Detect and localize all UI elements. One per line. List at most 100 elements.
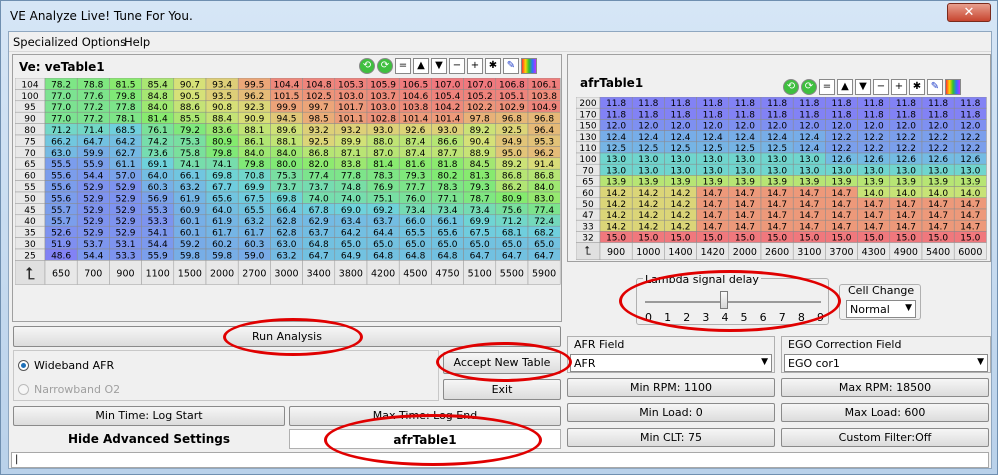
triangle-up-icon[interactable]: ▲ [413, 58, 429, 74]
table-cell-value: 93.0 [437, 126, 457, 136]
afr-table-grid[interactable]: 200 11.8 11.8 11.8 11.8 11.8 11.8 11.8 11.8 11.8 1… [576, 97, 990, 261]
table-cell-value: 69.9 [470, 217, 490, 227]
menu-specialized-options[interactable]: Specialized Options [13, 35, 126, 49]
refresh-left-icon[interactable]: ⟲ [359, 58, 375, 74]
table-cell-value: 99.9 [276, 103, 296, 113]
min-time-button[interactable]: Min Time: Log Start [13, 406, 285, 426]
table-cell-value: 14.7 [799, 200, 819, 210]
column-header-label: 3400 [307, 268, 331, 279]
table-cell-value: 79.8 [212, 149, 232, 159]
wideband-radio[interactable] [18, 360, 29, 371]
table-cell-value: 12.6 [864, 155, 884, 165]
equals-icon[interactable]: = [395, 58, 411, 74]
table-cell-value: 14.7 [928, 211, 948, 221]
refresh-right-icon[interactable]: ⟳ [801, 79, 817, 95]
table-cell-value: 62.7 [115, 149, 135, 159]
table-cell-value: 12.4 [703, 133, 723, 143]
table-cell-value: 55.6 [51, 183, 71, 193]
minus-icon[interactable]: − [449, 58, 465, 74]
table-cell-value: 14.2 [638, 200, 658, 210]
color-palette-icon[interactable]: ▮ [945, 79, 961, 95]
table-cell-value: 104.4 [274, 80, 300, 90]
table-cell-value: 63.2 [276, 251, 296, 261]
table-cell-value: 15.0 [831, 234, 851, 244]
table-cell-value: 13.9 [799, 178, 819, 188]
table-cell-value: 81.4 [148, 115, 168, 125]
table-cell-value: 74.1 [212, 160, 232, 170]
triangle-down-icon[interactable]: ▼ [431, 58, 447, 74]
table-cell-value: 13.0 [606, 155, 626, 165]
row-header-label: 65 [24, 160, 35, 170]
table-cell-value: 56.9 [148, 194, 168, 204]
table-cell-value: 12.0 [799, 122, 819, 132]
ve-table-grid[interactable]: 104 78.2 78.8 81.5 85.4 90.7 93.4 99.5 104.4 104.… [15, 78, 561, 321]
triangle-down-icon[interactable]: ▼ [855, 79, 871, 95]
pencil-icon[interactable]: ✎ [927, 79, 943, 95]
table-cell-value: 52.9 [83, 183, 103, 193]
annotation-oval-accept [436, 342, 572, 382]
column-header-label: 1100 [146, 268, 170, 279]
max-rpm-button[interactable]: Max RPM: 18500 [781, 378, 989, 397]
menu-help[interactable]: Help [124, 35, 150, 49]
ego-field-select[interactable]: EGO cor1 ▼ [784, 354, 988, 372]
table-cell-value: 77.1 [437, 194, 457, 204]
table-cell-value: 82.0 [309, 160, 329, 170]
refresh-left-icon[interactable]: ⟲ [783, 79, 799, 95]
table-cell-value: 63.7 [373, 217, 393, 227]
table-cell-value: 67.8 [309, 206, 329, 216]
table-cell-value: 63.2 [244, 217, 264, 227]
table-cell-value: 55.3 [148, 206, 168, 216]
table-cell-value: 64.2 [341, 229, 361, 239]
column-header-label: 3800 [339, 268, 363, 279]
exit-button[interactable]: Exit [443, 379, 561, 400]
table-cell-value: 81.3 [470, 172, 490, 182]
minus-icon[interactable]: − [873, 79, 889, 95]
table-cell-value: 90.4 [470, 137, 490, 147]
table-cell-value: 14.2 [670, 189, 690, 199]
hide-advanced-settings-toggle[interactable]: Hide Advanced Settings [13, 429, 285, 449]
triangle-up-icon[interactable]: ▲ [837, 79, 853, 95]
afr-field-select[interactable]: AFR ▼ [570, 354, 772, 372]
table-cell-value: 12.2 [864, 133, 884, 143]
table-cell-value: 14.2 [638, 189, 658, 199]
min-rpm-button[interactable]: Min RPM: 1100 [567, 378, 775, 397]
column-header-label: 1400 [668, 247, 692, 258]
row-header-label: 150 [579, 122, 596, 132]
multiply-icon[interactable]: ✱ [485, 58, 501, 74]
close-button[interactable]: ✕ [947, 3, 991, 22]
max-load-button[interactable]: Max Load: 600 [781, 403, 989, 422]
table-cell-value: 84.0 [534, 183, 554, 193]
table-cell-value: 12.5 [735, 144, 755, 154]
narrowband-radio[interactable] [18, 384, 29, 395]
table-cell-value: 101.1 [338, 115, 364, 125]
table-cell-value: 14.7 [703, 189, 723, 199]
table-cell-value: 12.0 [831, 122, 851, 132]
table-cell-value: 12.4 [767, 133, 787, 143]
table-cell-value: 14.7 [799, 189, 819, 199]
min-clt-button[interactable]: Min CLT: 75 [567, 428, 775, 447]
table-cell-value: 12.2 [831, 133, 851, 143]
table-cell-value: 93.5 [212, 92, 232, 102]
min-load-button[interactable]: Min Load: 0 [567, 403, 775, 422]
multiply-icon[interactable]: ✱ [909, 79, 925, 95]
plus-icon[interactable]: + [891, 79, 907, 95]
table-cell-value: 81.5 [115, 80, 135, 90]
table-cell-value: 14.7 [896, 200, 916, 210]
table-cell-value: 13.9 [670, 178, 690, 188]
equals-icon[interactable]: = [819, 79, 835, 95]
plus-icon[interactable]: + [467, 58, 483, 74]
table-cell-value: 11.8 [928, 110, 948, 120]
pencil-icon[interactable]: ✎ [503, 58, 519, 74]
table-cell-value: 12.6 [831, 155, 851, 165]
color-palette-icon[interactable]: ▮ [521, 58, 537, 74]
table-cell-value: 75.1 [373, 194, 393, 204]
table-cell-value: 12.0 [735, 122, 755, 132]
table-cell-value: 61.9 [180, 194, 200, 204]
cell-change-select[interactable]: Normal ▼ [846, 300, 916, 318]
table-cell-value: 89.6 [276, 126, 296, 136]
table-cell-value: 11.8 [864, 110, 884, 120]
annotation-oval-afr-table [324, 414, 542, 466]
table-cell-value: 11.8 [735, 99, 755, 109]
custom-filter-button[interactable]: Custom Filter:Off [781, 428, 989, 447]
refresh-right-icon[interactable]: ⟳ [377, 58, 393, 74]
